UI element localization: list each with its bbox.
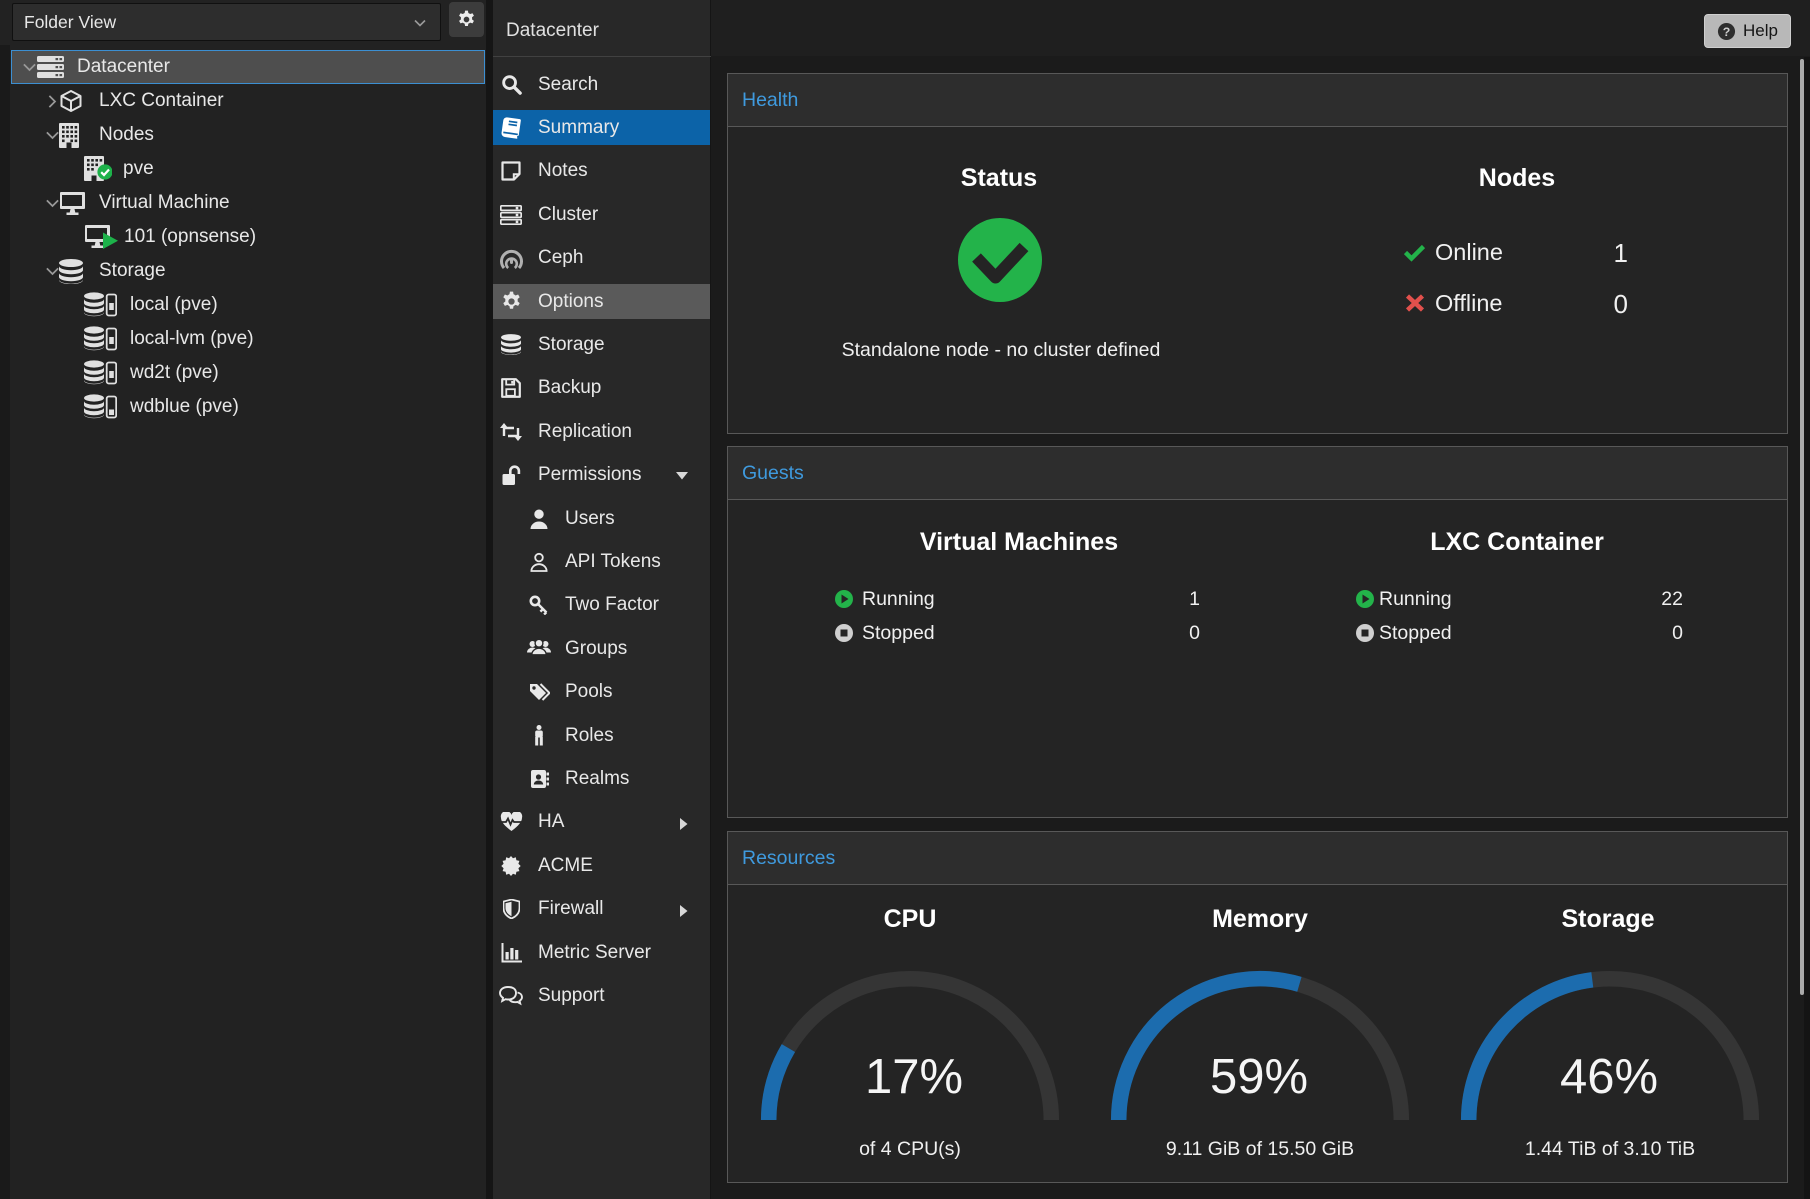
svg-text:?: ? bbox=[1723, 24, 1731, 38]
